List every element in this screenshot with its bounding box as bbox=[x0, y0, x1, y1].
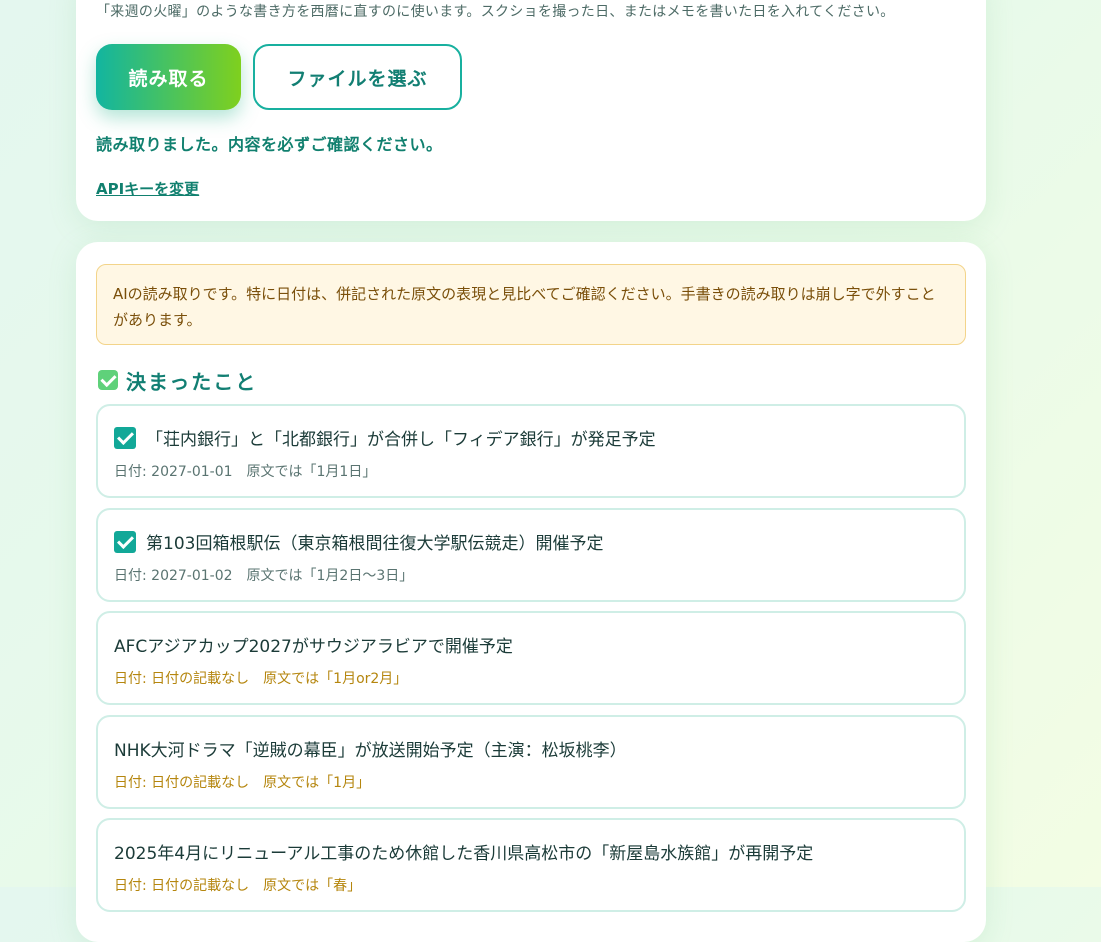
result-card: AIの読み取りです。特に日付は、併記された原文の表現と見比べてご確認ください。手… bbox=[76, 242, 986, 942]
item-date: 日付: 2027-01-01 原文では「1月1日」 bbox=[114, 464, 377, 480]
choose-file-button[interactable]: ファイルを選ぶ bbox=[253, 44, 462, 110]
status-message: 読み取りました。内容を必ずご確認ください。 bbox=[96, 135, 443, 154]
item-date: 日付: 2027-01-02 原文では「1月2日～3日」 bbox=[114, 568, 414, 584]
ai-warning-notice: AIの読み取りです。特に日付は、併記された原文の表現と見比べてご確認ください。手… bbox=[96, 264, 966, 345]
check-mark-icon bbox=[98, 370, 118, 390]
item-date: 日付: 日付の記載なし 原文では「春」 bbox=[114, 878, 362, 894]
decision-item: AFCアジアカップ2027がサウジアラビアで開催予定 日付: 日付の記載なし 原… bbox=[96, 611, 966, 705]
item-date: 日付: 日付の記載なし 原文では「1月」 bbox=[114, 775, 371, 791]
decision-item: 2025年4月にリニューアル工事のため休館した香川県高松市の「新屋島水族館」が再… bbox=[96, 818, 966, 912]
item-text: 第103回箱根駅伝（東京箱根間往復大学駅伝競走）開催予定 bbox=[146, 534, 604, 554]
decision-item: 「荘内銀行」と「北都銀行」が合併し「フィデア銀行」が発足予定 日付: 2027-… bbox=[96, 404, 966, 498]
section-title: 決まったこと bbox=[98, 366, 257, 394]
item-text: NHK大河ドラマ「逆賊の幕臣」が放送開始予定（主演：松坂桃李） bbox=[114, 741, 627, 761]
date-hint-text: 「来週の火曜」のような書き方を西暦に直すのに使います。スクショを撮った日、または… bbox=[96, 4, 895, 20]
read-button[interactable]: 読み取る bbox=[96, 44, 241, 110]
item-text: AFCアジアカップ2027がサウジアラビアで開催予定 bbox=[114, 637, 513, 657]
section-title-label: 決まったこと bbox=[126, 369, 258, 394]
item-text: 「荘内銀行」と「北都銀行」が合併し「フィデア銀行」が発足予定 bbox=[146, 430, 656, 450]
item-date: 日付: 日付の記載なし 原文では「1月or2月」 bbox=[114, 671, 408, 687]
decision-item: 第103回箱根駅伝（東京箱根間往復大学駅伝競走）開催予定 日付: 2027-01… bbox=[96, 508, 966, 602]
item-text: 2025年4月にリニューアル工事のため休館した香川県高松市の「新屋島水族館」が再… bbox=[114, 844, 814, 864]
decision-item: NHK大河ドラマ「逆賊の幕臣」が放送開始予定（主演：松坂桃李） 日付: 日付の記… bbox=[96, 715, 966, 809]
item-checkbox[interactable] bbox=[114, 426, 136, 449]
change-api-key-link[interactable]: APIキーを変更 bbox=[96, 178, 199, 199]
item-checkbox[interactable] bbox=[114, 530, 136, 553]
input-card: 「来週の火曜」のような書き方を西暦に直すのに使います。スクショを撮った日、または… bbox=[76, 0, 986, 221]
